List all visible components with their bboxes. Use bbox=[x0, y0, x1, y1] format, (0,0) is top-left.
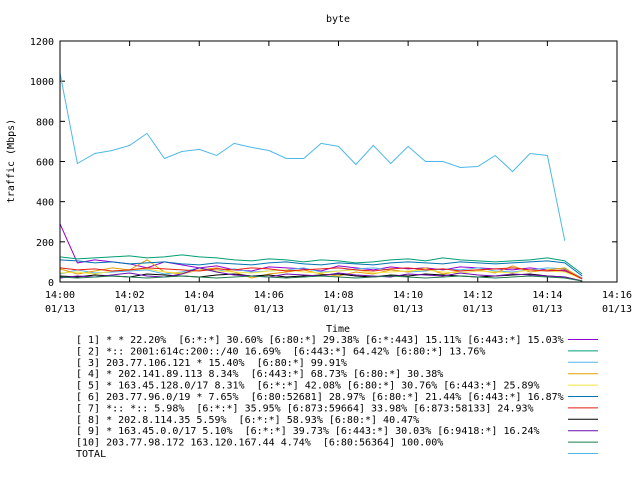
y-tick-label: 1000 bbox=[30, 77, 54, 88]
x-tick-label-time: 14:00 bbox=[45, 290, 75, 301]
chart-svg: byte traffic (Mbps) Time 0 200 400 600 800 10… bbox=[6, 14, 632, 460]
legend-entry-label: [ 7] *:: *:: 5.98% [6:*:*] 35.95% [6:873… bbox=[76, 403, 534, 414]
x-tick-label-date: 01/13 bbox=[602, 304, 632, 315]
x-tick-label-date: 01/13 bbox=[184, 304, 214, 315]
legend-entry-label: [ 8] * 202.8.114.35 5.59% [6:*:*] 58.93%… bbox=[76, 415, 419, 426]
x-tick-label-time: 14:02 bbox=[115, 290, 145, 301]
y-tick-label: 400 bbox=[36, 198, 54, 209]
series-line-11 bbox=[59, 73, 566, 241]
y-tick-label: 1200 bbox=[30, 37, 54, 48]
tick-layer: 0 200 400 600 800 1000 1200 14:00 01/13 14:02 01/1… bbox=[30, 37, 632, 315]
series-layer bbox=[59, 73, 583, 282]
x-tick-label-date: 01/13 bbox=[323, 304, 353, 315]
x-tick-label-date: 01/13 bbox=[254, 304, 284, 315]
legend-entry-label: [ 4] * 202.141.89.113 8.34% [6:443:*] 68… bbox=[76, 369, 443, 380]
x-tick-label-date: 01/13 bbox=[532, 304, 562, 315]
legend-entry-label: [ 3] 203.77.106.121 * 15.40% [6:80:*] 99… bbox=[76, 358, 347, 369]
x-tick-label-time: 14:06 bbox=[254, 290, 284, 301]
y-tick-label: 800 bbox=[36, 117, 54, 128]
plot-frame bbox=[59, 40, 618, 283]
legend-entry-label: [ 2] *:: 2001:614c:200::/40 16.69% [6:44… bbox=[76, 346, 485, 357]
series-line-10 bbox=[59, 275, 583, 282]
x-tick-label-time: 14:12 bbox=[463, 290, 493, 301]
chart-title: byte bbox=[326, 14, 350, 25]
legend-entry-label: [ 1] * * 22.20% [6:*:*] 30.60% [6:80:*] … bbox=[76, 335, 564, 346]
x-tick-label-date: 01/13 bbox=[463, 304, 493, 315]
x-tick-label-date: 01/13 bbox=[45, 304, 75, 315]
x-tick-label-time: 14:08 bbox=[323, 290, 353, 301]
x-tick-label-time: 14:16 bbox=[602, 290, 632, 301]
x-tick-label-time: 14:10 bbox=[393, 290, 423, 301]
legend: [ 1] * * 22.20% [6:*:*] 30.60% [6:80:*] … bbox=[76, 335, 598, 460]
legend-entry-label: [ 5] * 163.45.128.0/17 8.31% [6:*:*] 42.… bbox=[76, 381, 540, 392]
y-tick-label: 200 bbox=[36, 238, 54, 249]
legend-entry-label: [ 6] 203.77.96.0/19 * 7.65% [6:80:52681]… bbox=[76, 392, 564, 403]
y-tick-label: 0 bbox=[48, 278, 54, 289]
y-tick-label: 600 bbox=[36, 158, 54, 169]
x-tick-label-time: 14:04 bbox=[184, 290, 214, 301]
y-axis-label: traffic (Mbps) bbox=[6, 119, 17, 203]
x-axis-label: Time bbox=[326, 324, 350, 335]
x-tick-label-date: 01/13 bbox=[115, 304, 145, 315]
x-tick-label-time: 14:14 bbox=[532, 290, 562, 301]
legend-entry-label: [ 9] * 163.45.0.0/17 5.10% [6:*:*] 39.73… bbox=[76, 426, 540, 437]
x-tick-label-date: 01/13 bbox=[393, 304, 423, 315]
chart-root: byte traffic (Mbps) Time 0 200 400 600 800 10… bbox=[0, 0, 640, 480]
legend-entry-label: [10] 203.77.98.172 163.120.167.44 4.74% … bbox=[76, 438, 443, 449]
legend-entry-label: TOTAL bbox=[76, 449, 106, 460]
